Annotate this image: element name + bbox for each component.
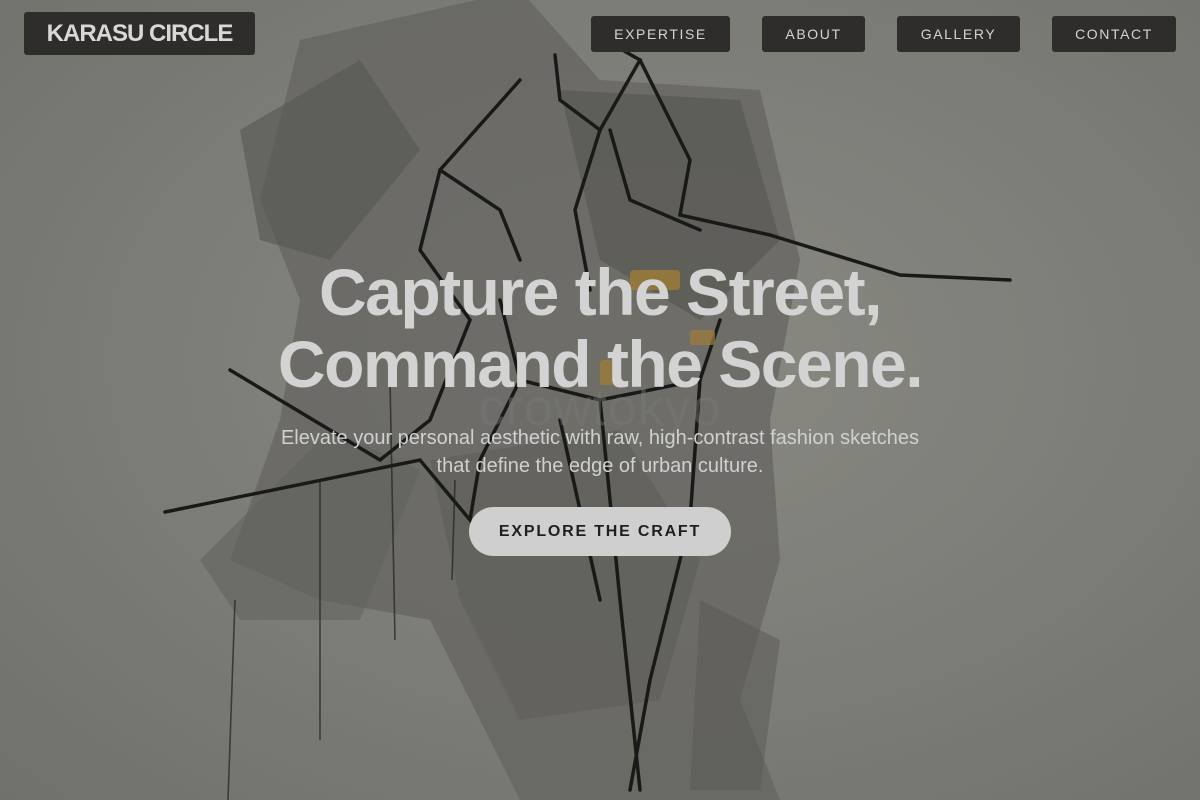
hero-title-line-2: Command the Scene. [277, 327, 924, 401]
nav-gallery-button[interactable]: GALLERY [897, 16, 1020, 52]
hero-title: Capture the Street, Command the Scene. [0, 256, 1200, 400]
hero-subtitle-line-1: Elevate your personal aesthetic with raw… [280, 427, 920, 449]
nav-expertise-button[interactable]: EXPERTISE [591, 16, 730, 52]
logo-text: KARASU CIRCLE [46, 19, 234, 47]
nav-about-button[interactable]: ABOUT [762, 16, 865, 52]
hero-subtitle: Elevate your personal aesthetic with raw… [270, 424, 930, 480]
hero-subtitle-line-2: that define the edge of urban culture. [436, 455, 764, 477]
hero-page: KARASU CIRCLE EXPERTISE ABOUT GALLERY CO… [0, 0, 1200, 800]
explore-craft-button[interactable]: EXPLORE THE CRAFT [469, 507, 731, 556]
hero-title-line-1: Capture the Street, [319, 255, 882, 329]
nav-contact-button[interactable]: CONTACT [1052, 16, 1176, 52]
logo-link[interactable]: KARASU CIRCLE [24, 12, 255, 55]
